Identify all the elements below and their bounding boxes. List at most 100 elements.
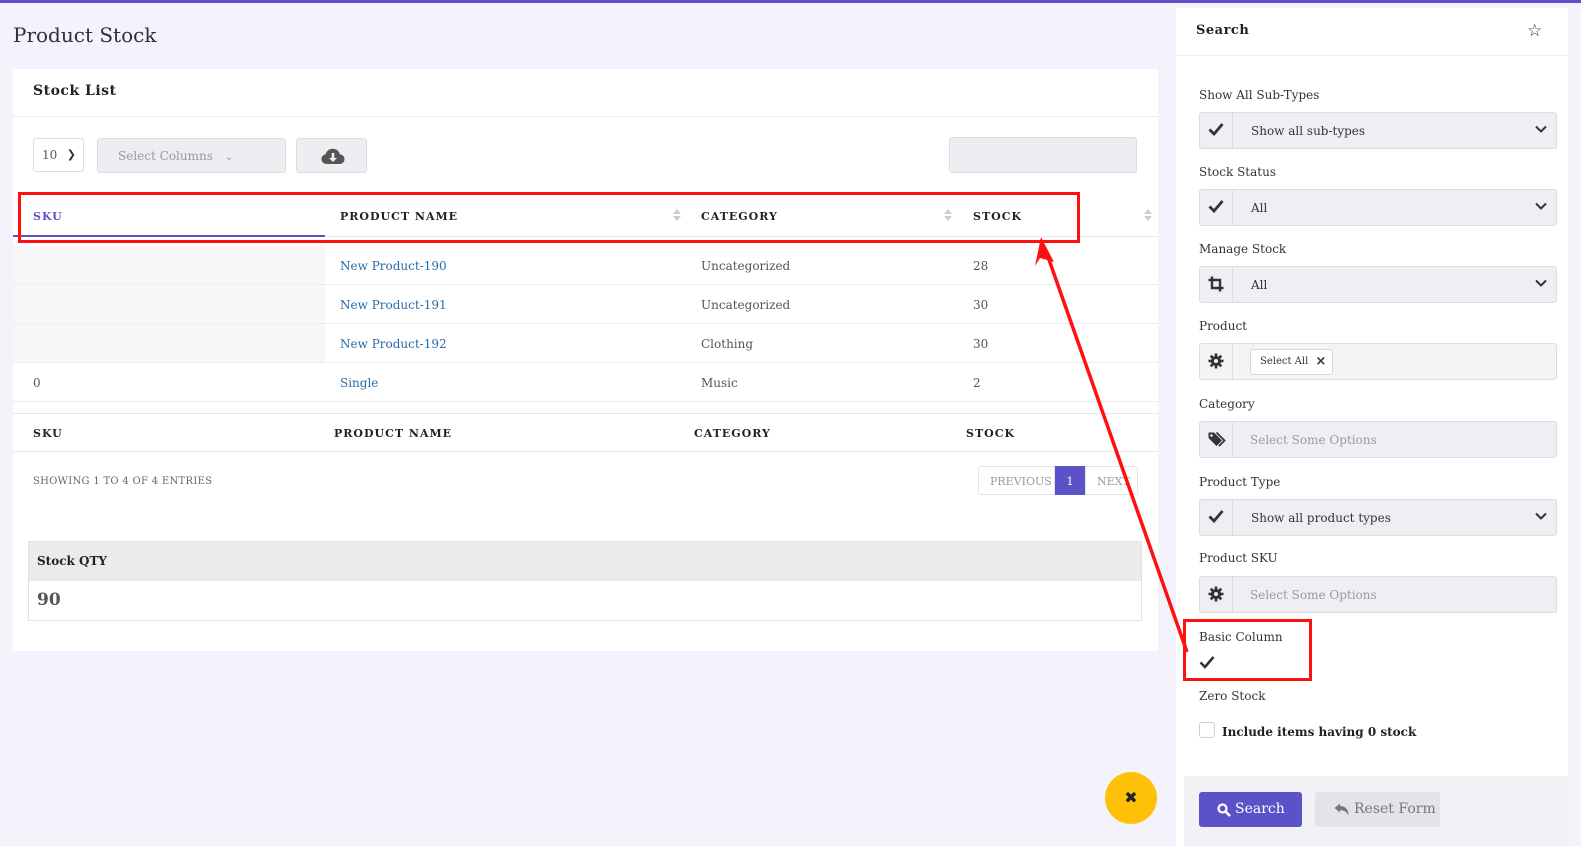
reset-form-button[interactable]: Reset Form <box>1315 792 1440 827</box>
search-panel-title: Search <box>1196 23 1250 38</box>
manage-stock-value: All <box>1251 278 1268 292</box>
product-sku-label: Product SKU <box>1199 551 1278 565</box>
table-row: New Product-192 Clothing 30 <box>13 324 1158 363</box>
gear-icon <box>1200 577 1233 612</box>
stock-value: 28 <box>973 259 989 273</box>
divider <box>13 116 1158 117</box>
category-multiselect[interactable]: Select Some Options <box>1199 421 1557 458</box>
category-placeholder: Select Some Options <box>1250 433 1377 447</box>
stock-value: 30 <box>973 337 989 351</box>
close-icon: ✖ <box>1124 788 1138 807</box>
search-button-label: Search <box>1235 801 1285 817</box>
category-value: Clothing <box>701 337 754 351</box>
stock-status-value: All <box>1251 201 1268 215</box>
undo-icon <box>1334 803 1349 816</box>
crop-icon <box>1200 267 1233 302</box>
product-name-link[interactable]: New Product-191 <box>340 298 447 312</box>
stock-value: 2 <box>973 376 981 390</box>
product-sku-multiselect[interactable]: Select Some Options <box>1199 576 1557 613</box>
page-length-value: 10 <box>42 148 58 162</box>
stock-value: 30 <box>973 298 989 312</box>
zero-stock-label: Zero Stock <box>1199 689 1266 703</box>
table-row: New Product-191 Uncategorized 30 <box>13 285 1158 324</box>
chevron-down-icon <box>1535 202 1547 210</box>
card-title: Stock List <box>33 83 117 99</box>
sku-cell <box>13 324 325 362</box>
select-all-tag[interactable]: Select All × <box>1250 349 1334 375</box>
page-1-button[interactable]: 1 <box>1055 466 1085 495</box>
footer-sku: SKU <box>33 427 63 440</box>
search-panel-header: Search ☆ <box>1176 8 1568 56</box>
stock-qty-summary: Stock QTY 90 <box>28 541 1142 621</box>
sku-cell <box>13 246 325 284</box>
gear-icon <box>1200 344 1233 379</box>
sort-icon[interactable] <box>1144 209 1152 223</box>
category-label: Category <box>1199 397 1255 411</box>
stock-qty-label: Stock QTY <box>29 542 1141 581</box>
select-columns-placeholder: Select Columns <box>118 149 213 163</box>
check-icon <box>1200 113 1233 148</box>
product-name-link[interactable]: New Product-192 <box>340 337 447 351</box>
reset-form-button-label: Reset Form <box>1354 801 1436 817</box>
category-value: Uncategorized <box>701 259 791 273</box>
product-multiselect[interactable]: Select All × <box>1199 343 1557 380</box>
stock-list-card: Stock List 10 ❯ Select Columns ⌄ SKU PRO… <box>13 69 1158 651</box>
page-title: Product Stock <box>13 23 157 47</box>
product-type-label: Product Type <box>1199 475 1281 489</box>
next-page-button[interactable]: NEXT <box>1085 466 1138 495</box>
chevron-down-icon <box>1535 279 1547 287</box>
star-icon[interactable]: ☆ <box>1527 21 1542 41</box>
tags-icon <box>1200 422 1233 457</box>
zero-stock-option-label[interactable]: Include items having 0 stock <box>1222 725 1416 739</box>
product-name-link[interactable]: Single <box>340 376 378 390</box>
table-search-input[interactable] <box>949 137 1137 173</box>
cloud-download-icon <box>321 148 345 164</box>
chevron-down-icon <box>1535 125 1547 133</box>
check-icon <box>1200 190 1233 225</box>
chevron-down-icon <box>1535 512 1547 520</box>
stock-status-select[interactable]: All <box>1199 189 1557 226</box>
table-footer: SKU PRODUCT NAME CATEGORY STOCK <box>13 413 1158 452</box>
subtypes-select[interactable]: Show all sub-types <box>1199 112 1557 149</box>
subtypes-value: Show all sub-types <box>1251 124 1366 138</box>
chevron-down-icon: ⌄ <box>224 152 234 163</box>
search-panel-footer: Search Reset Form <box>1184 776 1568 846</box>
subtypes-label: Show All Sub-Types <box>1199 88 1320 102</box>
footer-stock: STOCK <box>966 427 1016 440</box>
product-type-select[interactable]: Show all product types <box>1199 499 1557 536</box>
manage-stock-select[interactable]: All <box>1199 266 1557 303</box>
highlight-box-basic-column <box>1183 619 1312 681</box>
stock-qty-value: 90 <box>37 590 61 610</box>
top-accent-line <box>0 0 1581 3</box>
check-icon <box>1200 500 1233 535</box>
previous-page-button[interactable]: PREVIOUS <box>978 466 1055 495</box>
page-length-select[interactable]: 10 ❯ <box>33 138 84 172</box>
remove-tag-icon[interactable]: × <box>1315 354 1326 369</box>
footer-category: CATEGORY <box>694 427 771 440</box>
search-panel: Search ☆ Show All Sub-Types Show all sub… <box>1176 8 1568 846</box>
search-icon <box>1217 803 1231 817</box>
sku-cell <box>13 285 325 323</box>
close-fab-button[interactable]: ✖ <box>1105 772 1157 824</box>
category-value: Music <box>701 376 738 390</box>
search-button[interactable]: Search <box>1199 792 1302 827</box>
table-row: 0 Single Music 2 <box>13 363 1158 402</box>
product-type-value: Show all product types <box>1251 511 1391 525</box>
chevron-down-icon: ❯ <box>66 148 76 161</box>
sku-value: 0 <box>33 376 41 390</box>
download-button[interactable] <box>296 138 367 173</box>
table-row: New Product-190 Uncategorized 28 <box>13 246 1158 285</box>
product-name-link[interactable]: New Product-190 <box>340 259 447 273</box>
select-all-tag-label: Select All <box>1260 356 1309 367</box>
product-label: Product <box>1199 319 1247 333</box>
footer-product-name: PRODUCT NAME <box>334 427 453 440</box>
product-sku-placeholder: Select Some Options <box>1250 588 1377 602</box>
manage-stock-label: Manage Stock <box>1199 242 1287 256</box>
stock-status-label: Stock Status <box>1199 165 1276 179</box>
table-info: SHOWING 1 TO 4 OF 4 ENTRIES <box>33 476 213 487</box>
zero-stock-checkbox[interactable] <box>1199 722 1215 738</box>
highlight-box-table-header <box>18 192 1080 243</box>
select-columns-dropdown[interactable]: Select Columns ⌄ <box>97 138 286 173</box>
category-value: Uncategorized <box>701 298 791 312</box>
pagination: PREVIOUS 1 NEXT <box>978 466 1138 495</box>
